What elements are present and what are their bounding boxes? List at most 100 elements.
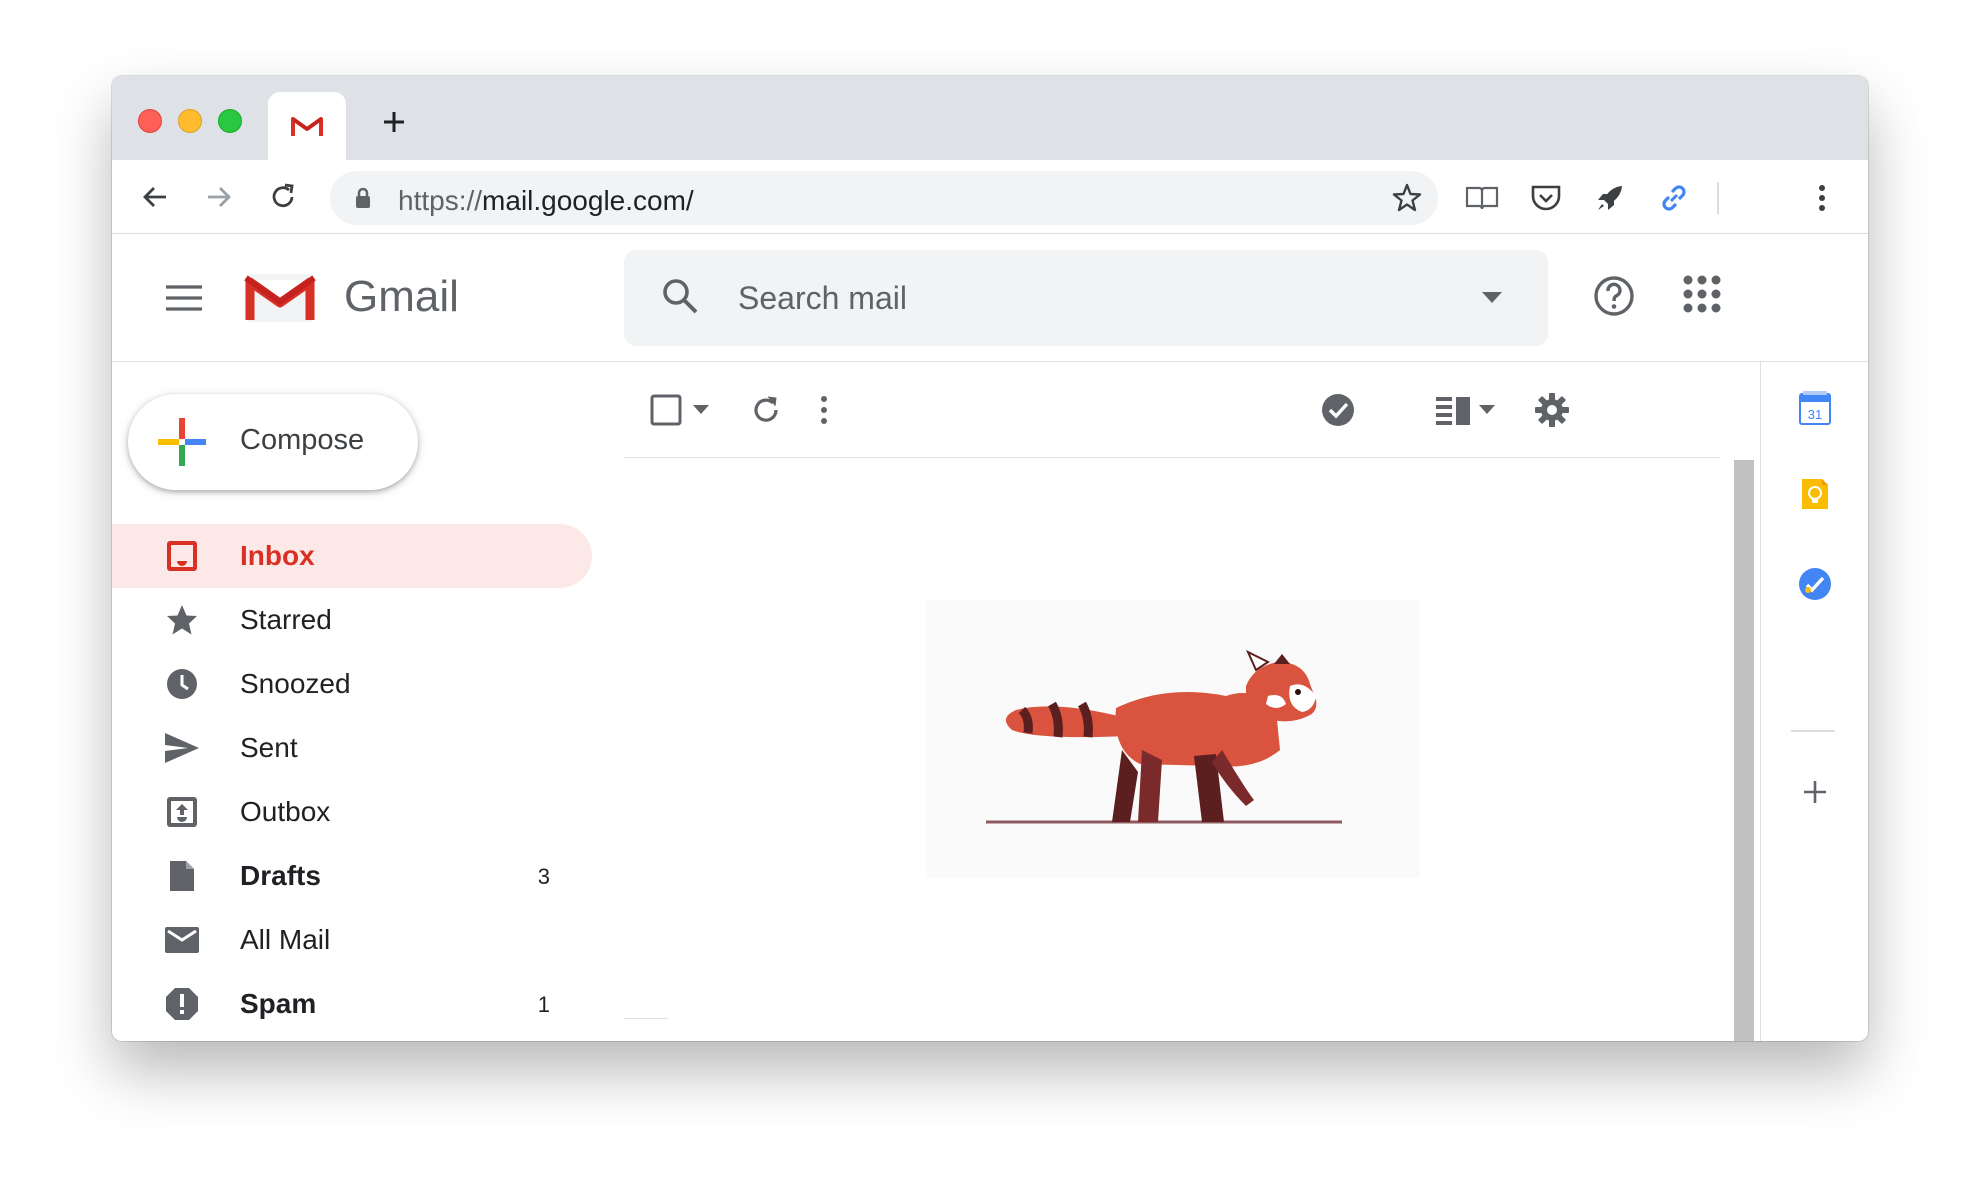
nav-item-spam[interactable]: Spam 1 xyxy=(112,972,592,1036)
split-pane-toggle[interactable] xyxy=(1434,390,1474,430)
close-window-button[interactable] xyxy=(138,109,162,133)
browser-menu-button[interactable] xyxy=(1802,178,1842,218)
nav-label: Drafts xyxy=(240,860,321,891)
arrow-right-icon xyxy=(208,187,231,207)
offline-status-button[interactable] xyxy=(1318,390,1358,430)
nav-item-drafts[interactable]: Drafts 3 xyxy=(112,844,592,908)
nav-item-snoozed[interactable]: Snoozed xyxy=(112,652,592,716)
link-icon xyxy=(1662,185,1686,211)
minimize-window-button[interactable] xyxy=(178,109,202,133)
refresh-icon xyxy=(754,396,778,422)
compose-plus-icon xyxy=(158,418,206,466)
tab-gmail[interactable] xyxy=(268,92,346,160)
list-divider xyxy=(624,1018,668,1019)
inbox-icon xyxy=(164,538,200,574)
hamburger-menu-icon xyxy=(166,285,202,311)
more-vertical-icon xyxy=(1819,185,1825,211)
nav-label: Sent xyxy=(240,732,298,763)
link-extension-button[interactable] xyxy=(1654,178,1694,218)
compose-button[interactable]: Compose xyxy=(128,394,418,490)
toolbar-divider xyxy=(1717,182,1719,214)
nav-item-sent[interactable]: Sent xyxy=(112,716,592,780)
addon-divider xyxy=(1791,730,1835,732)
search-options-caret-icon[interactable] xyxy=(1482,292,1502,304)
browser-window: https://mail.google.com/ Gmail Search ma… xyxy=(112,76,1868,1041)
search-bar xyxy=(624,250,1548,346)
calendar-day: 31 xyxy=(1808,407,1822,422)
gear-icon xyxy=(1535,393,1569,427)
reload-button[interactable] xyxy=(264,178,302,216)
check-circle-icon xyxy=(1322,394,1354,426)
nav-item-all-mail[interactable]: All Mail xyxy=(112,908,592,972)
gmail-wordmark[interactable]: Gmail xyxy=(344,272,459,322)
gmail-favicon-icon xyxy=(291,117,323,136)
tasks-addon[interactable] xyxy=(1795,564,1835,604)
settings-button[interactable] xyxy=(1532,390,1572,430)
arrow-left-icon xyxy=(143,187,166,207)
nav-label: Inbox xyxy=(240,540,315,571)
new-tab-button[interactable] xyxy=(374,102,414,142)
gmail-header: Gmail xyxy=(112,234,1868,362)
mail-icon xyxy=(164,922,200,958)
forward-button[interactable] xyxy=(200,178,238,216)
gmail-logo-icon[interactable] xyxy=(242,268,318,324)
back-button[interactable] xyxy=(136,178,174,216)
reader-mode-button[interactable] xyxy=(1462,178,1502,218)
checkbox-icon xyxy=(650,394,682,426)
loading-animation xyxy=(926,600,1420,878)
keep-addon[interactable] xyxy=(1795,474,1835,514)
bookmark-star-icon[interactable] xyxy=(1390,181,1424,215)
search-input[interactable] xyxy=(738,276,1438,320)
split-pane-dropdown[interactable] xyxy=(1476,390,1498,430)
address-bar[interactable]: https://mail.google.com/ xyxy=(330,171,1438,225)
rocket-extension-button[interactable] xyxy=(1590,178,1630,218)
send-icon xyxy=(164,730,200,766)
spam-icon xyxy=(164,986,200,1022)
nav-label: Starred xyxy=(240,604,332,635)
more-vertical-icon xyxy=(821,396,827,424)
tasks-check-icon xyxy=(1799,568,1831,600)
select-all-checkbox[interactable] xyxy=(650,390,682,430)
more-actions-button[interactable] xyxy=(814,390,834,430)
nav-item-outbox[interactable]: Outbox xyxy=(112,780,592,844)
lock-icon xyxy=(356,187,370,208)
pocket-button[interactable] xyxy=(1526,178,1566,218)
unread-count: 1 xyxy=(537,992,550,1017)
calendar-addon[interactable]: 31 xyxy=(1795,388,1835,428)
red-panda-loading-image xyxy=(986,649,1342,824)
reload-icon xyxy=(272,183,294,208)
help-icon[interactable] xyxy=(1592,274,1636,318)
caret-down-icon xyxy=(693,405,709,414)
vertical-scrollbar[interactable] xyxy=(1734,460,1754,1041)
star-icon xyxy=(164,602,200,638)
select-options-dropdown[interactable] xyxy=(690,390,712,430)
tab-strip xyxy=(112,76,1868,160)
sidebar: Compose Inbox Starred Snoozed Sent Outbo… xyxy=(112,362,608,1041)
refresh-button[interactable] xyxy=(746,390,786,430)
unread-count: 3 xyxy=(537,864,550,889)
nav-label: All Mail xyxy=(240,924,331,955)
main-menu-button[interactable] xyxy=(162,276,206,320)
plus-icon xyxy=(384,112,404,132)
caret-down-icon xyxy=(1479,405,1495,414)
url-host: mail.google.com/ xyxy=(482,185,694,216)
calendar-icon: 31 xyxy=(1799,391,1831,425)
nav-item-inbox[interactable]: Inbox xyxy=(112,524,592,588)
compose-label: Compose xyxy=(240,424,365,456)
zoom-window-button[interactable] xyxy=(218,109,242,133)
get-addons-button[interactable] xyxy=(1795,772,1835,812)
split-pane-icon xyxy=(1436,397,1470,425)
rocket-icon xyxy=(1598,186,1622,210)
url-scheme: https:// xyxy=(398,185,483,216)
folder-list: Inbox Starred Snoozed Sent Outbox Drafts… xyxy=(112,524,608,1036)
outbox-icon xyxy=(164,794,200,830)
plus-icon xyxy=(1804,781,1826,803)
pocket-icon xyxy=(1531,185,1561,211)
nav-label: Snoozed xyxy=(240,668,351,699)
book-icon xyxy=(1465,186,1499,210)
search-icon[interactable] xyxy=(660,276,700,316)
apps-grid-icon[interactable] xyxy=(1682,274,1722,314)
keep-lightbulb-icon xyxy=(1802,479,1828,509)
url-text: https://mail.google.com/ xyxy=(398,185,694,217)
nav-item-starred[interactable]: Starred xyxy=(112,588,592,652)
